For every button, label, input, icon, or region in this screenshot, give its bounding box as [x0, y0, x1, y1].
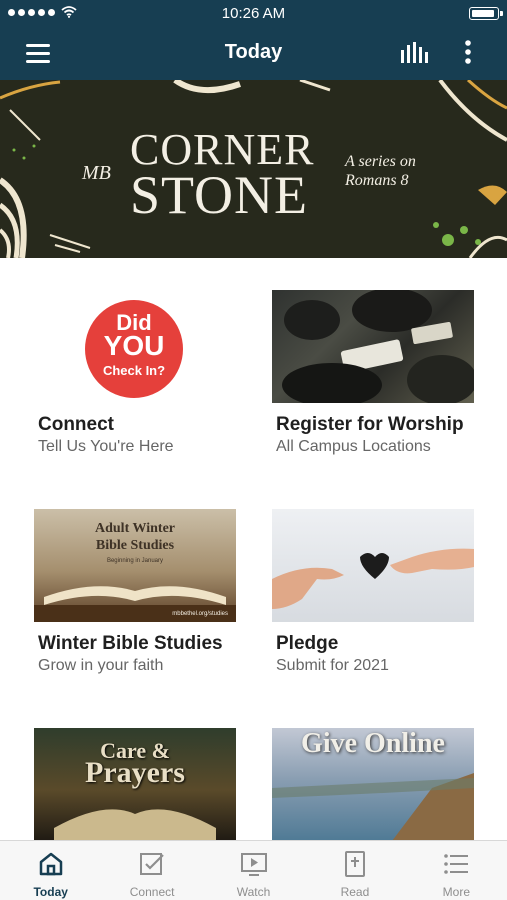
tab-label: Today — [33, 885, 68, 899]
check-in-badge: Did YOU Check In? — [85, 300, 183, 398]
tab-label: Connect — [129, 885, 175, 899]
tab-today[interactable]: Today — [0, 841, 101, 900]
card-title: Register for Worship — [276, 414, 464, 435]
bible-icon — [344, 851, 365, 877]
check-in-image: Did YOU Check In? — [34, 290, 236, 403]
checkbox-icon — [140, 853, 164, 875]
tab-read[interactable]: Read — [304, 841, 405, 900]
card-subtitle: All Campus Locations — [276, 438, 431, 455]
worship-image — [272, 290, 474, 403]
series-banner[interactable]: MB CORNER STONE A series on Romans 8 — [0, 80, 507, 258]
pledge-image — [272, 509, 474, 622]
tab-label: Watch — [236, 885, 271, 899]
status-bar: 10:26 AM — [0, 0, 507, 26]
card-title: Connect — [38, 414, 114, 435]
banner-series-caption: A series on Romans 8 — [345, 152, 465, 190]
hands-heart-illustration — [272, 548, 474, 609]
card-subtitle: Grow in your faith — [38, 657, 164, 674]
open-bible-illustration — [34, 586, 236, 622]
worship-photo-illustration — [282, 290, 474, 403]
give-online-image: Give Online — [272, 728, 474, 841]
bottom-tab-bar: Today Connect Watch Read More — [0, 840, 507, 900]
bible-studies-image: Adult Winter Bible Studies Beginning in … — [34, 509, 236, 622]
bible-image-url: mbbethel.org/studies — [172, 611, 228, 617]
banner-series-line2: Romans 8 — [345, 172, 409, 189]
prayer-book-illustration — [54, 809, 216, 841]
audio-bars-button[interactable] — [393, 38, 433, 68]
tab-more[interactable]: More — [406, 841, 507, 900]
navigation-bar: Today — [0, 26, 507, 80]
card-title: Winter Bible Studies — [38, 633, 223, 654]
tab-watch[interactable]: Watch — [203, 841, 304, 900]
more-options-button[interactable] — [455, 36, 481, 70]
tab-label: More — [442, 885, 470, 899]
care-prayers-image: Care & Prayers — [34, 728, 236, 841]
tab-connect[interactable]: Connect — [101, 841, 202, 900]
card-subtitle: Submit for 2021 — [276, 657, 389, 674]
kebab-menu-icon — [465, 40, 471, 64]
church-logo: MB — [82, 162, 111, 184]
dock-lake-illustration — [272, 773, 474, 841]
tab-label: Read — [340, 885, 370, 899]
bar-chart-icon — [401, 42, 428, 63]
check-in-you: YOU — [103, 330, 165, 361]
home-icon — [39, 852, 62, 876]
status-time: 10:26 AM — [221, 5, 286, 22]
list-icon — [444, 854, 469, 874]
banner-title-line2: STONE — [130, 165, 309, 225]
battery-icon — [469, 7, 503, 20]
card-subtitle: Tell Us You're Here — [38, 438, 174, 455]
banner-series-line1: A series on — [345, 153, 416, 170]
check-in-question: Check In? — [102, 363, 166, 378]
card-title: Pledge — [276, 633, 339, 654]
video-play-icon — [240, 853, 267, 876]
